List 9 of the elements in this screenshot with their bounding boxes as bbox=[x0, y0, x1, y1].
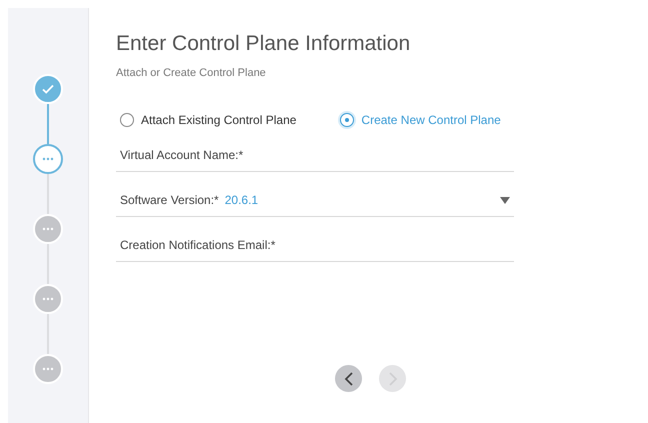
page-subtitle: Attach or Create Control Plane bbox=[116, 67, 267, 79]
page-title: Enter Control Plane Information bbox=[116, 32, 412, 56]
chevron-left-icon bbox=[342, 370, 354, 386]
version-dropdown[interactable]: Software Version:* 20.6.1 bbox=[116, 172, 514, 217]
input-field[interactable]: Virtual Account Name:* bbox=[116, 127, 514, 172]
input-field[interactable]: Creation Notifications Email:* bbox=[116, 217, 514, 262]
radio-option[interactable]: Attach Existing Control Plane bbox=[120, 113, 296, 127]
back-button[interactable] bbox=[335, 365, 362, 392]
caret-icon bbox=[500, 197, 510, 204]
